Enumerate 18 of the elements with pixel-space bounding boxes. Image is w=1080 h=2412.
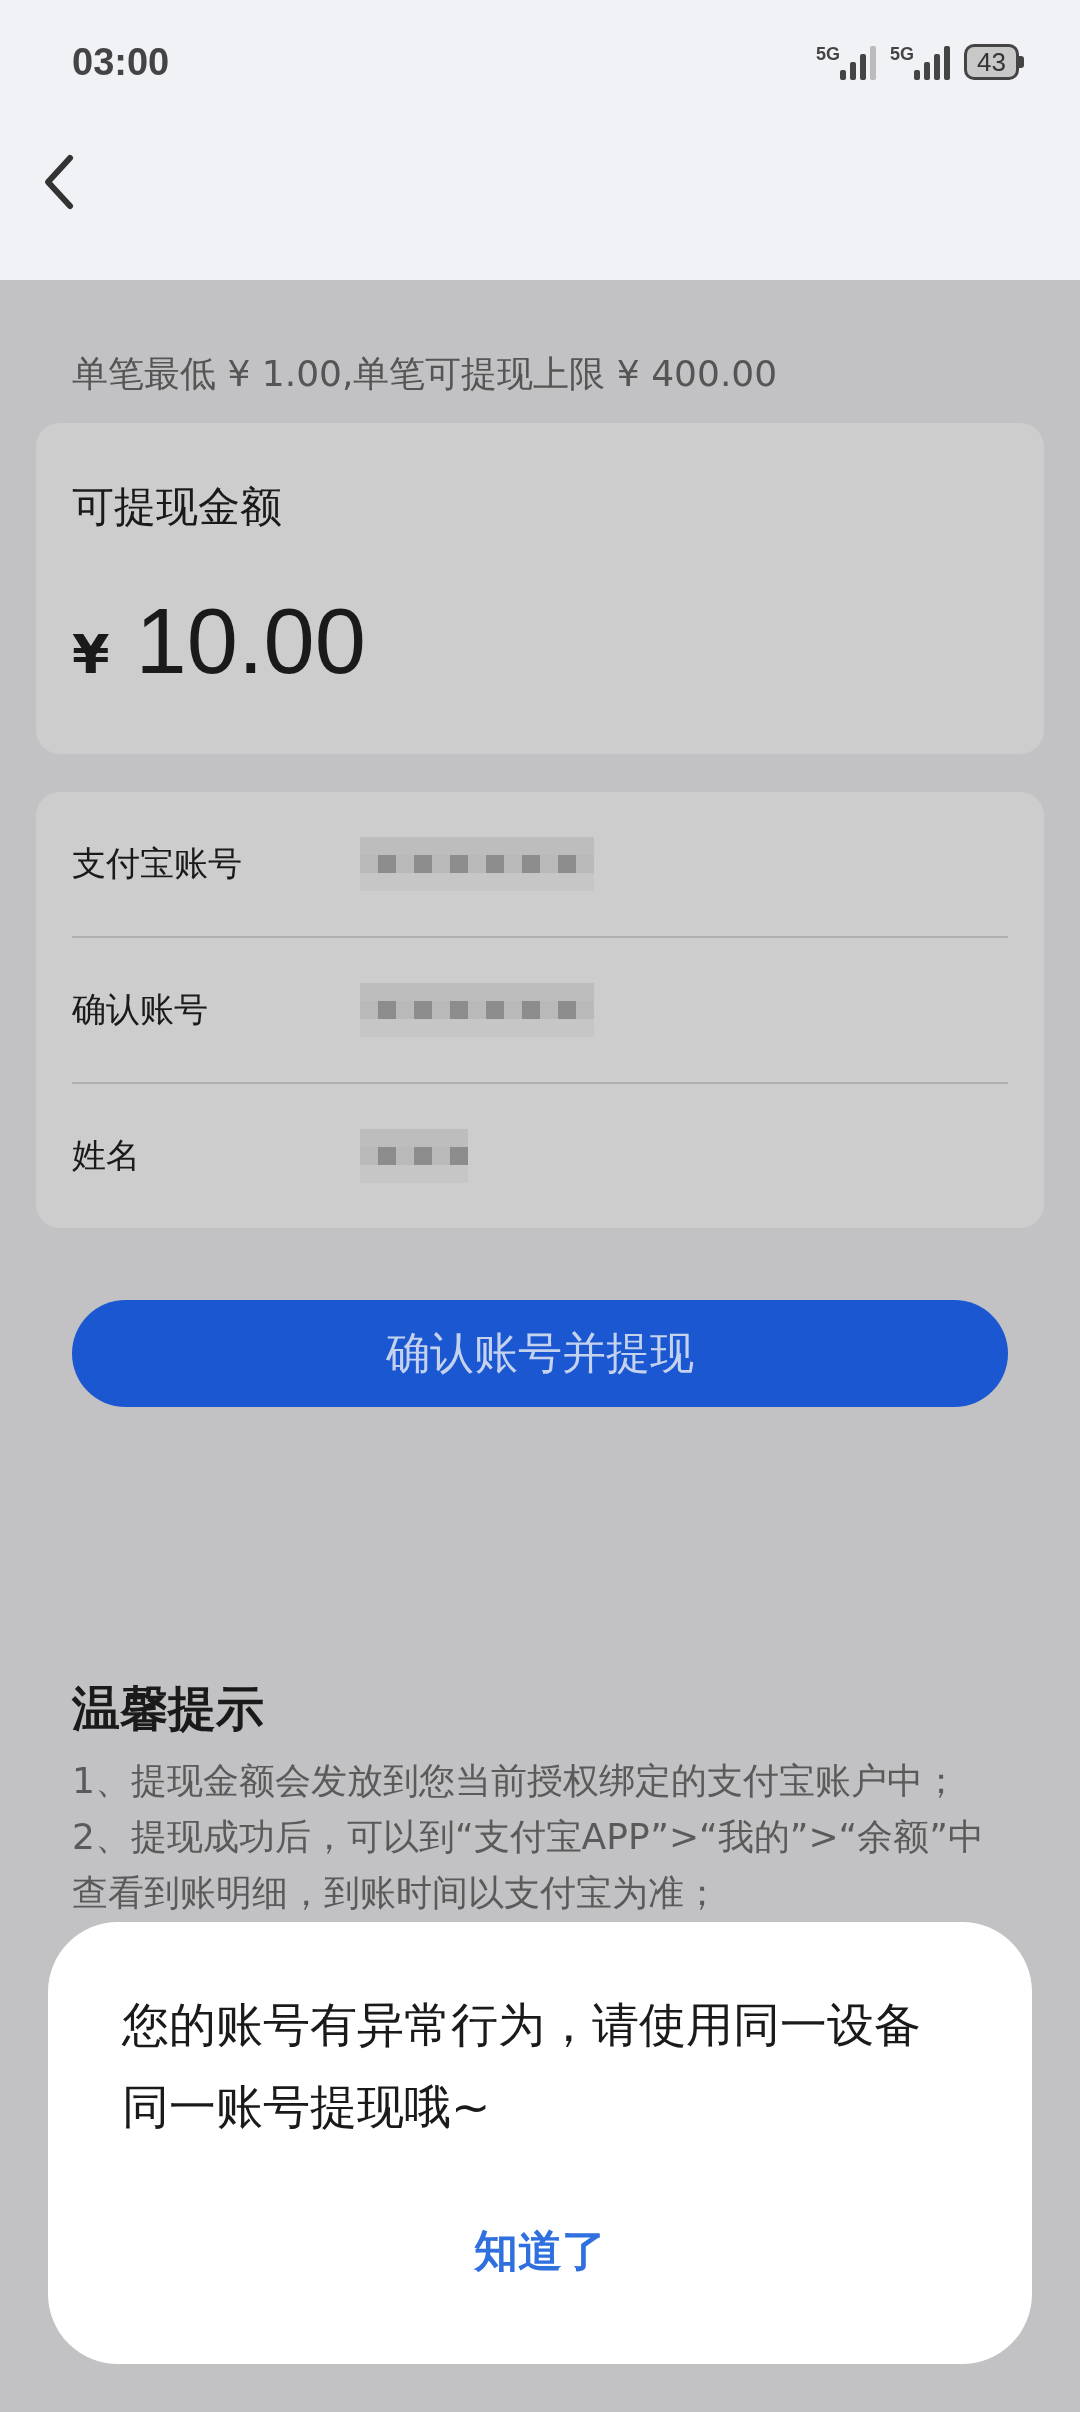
tip-text: 1、提现金额会发放到您当前授权绑定的支付宝账户中； bbox=[72, 1759, 960, 1803]
limit-note: 单笔最低 ¥ 1.00,单笔可提现上限 ¥ 400.00 bbox=[71, 352, 779, 396]
network-label: 5G bbox=[816, 44, 841, 65]
signal-icon bbox=[912, 44, 953, 80]
field-label: 姓名 bbox=[72, 1134, 141, 1177]
signal-icon bbox=[838, 44, 879, 80]
tip-text: 2、提现成功后，可以到“支付宝APP”>“我的”>“余额”中查看到账明细，到账时间以支付宝为准； bbox=[72, 1815, 985, 1915]
balance-amount: 10.00 bbox=[135, 589, 366, 694]
field-label: 确认账号 bbox=[72, 988, 209, 1031]
currency-symbol: ¥ bbox=[72, 623, 110, 686]
network-label: 5G bbox=[890, 44, 915, 65]
status-time: 03:00 bbox=[72, 40, 170, 84]
field-label: 支付宝账号 bbox=[72, 842, 243, 885]
tips-title: 温馨提示 bbox=[72, 1679, 265, 1738]
balance-label: 可提现金额 bbox=[72, 481, 283, 533]
dialog-message: 您的账号有异常行为，请使用同一设备同一账号提现哦~ bbox=[122, 1996, 922, 2136]
confirm-withdraw-button[interactable]: 确认账号并提现 bbox=[72, 1300, 1008, 1407]
dialog-ok-button[interactable]: 知道了 bbox=[454, 2212, 626, 2291]
